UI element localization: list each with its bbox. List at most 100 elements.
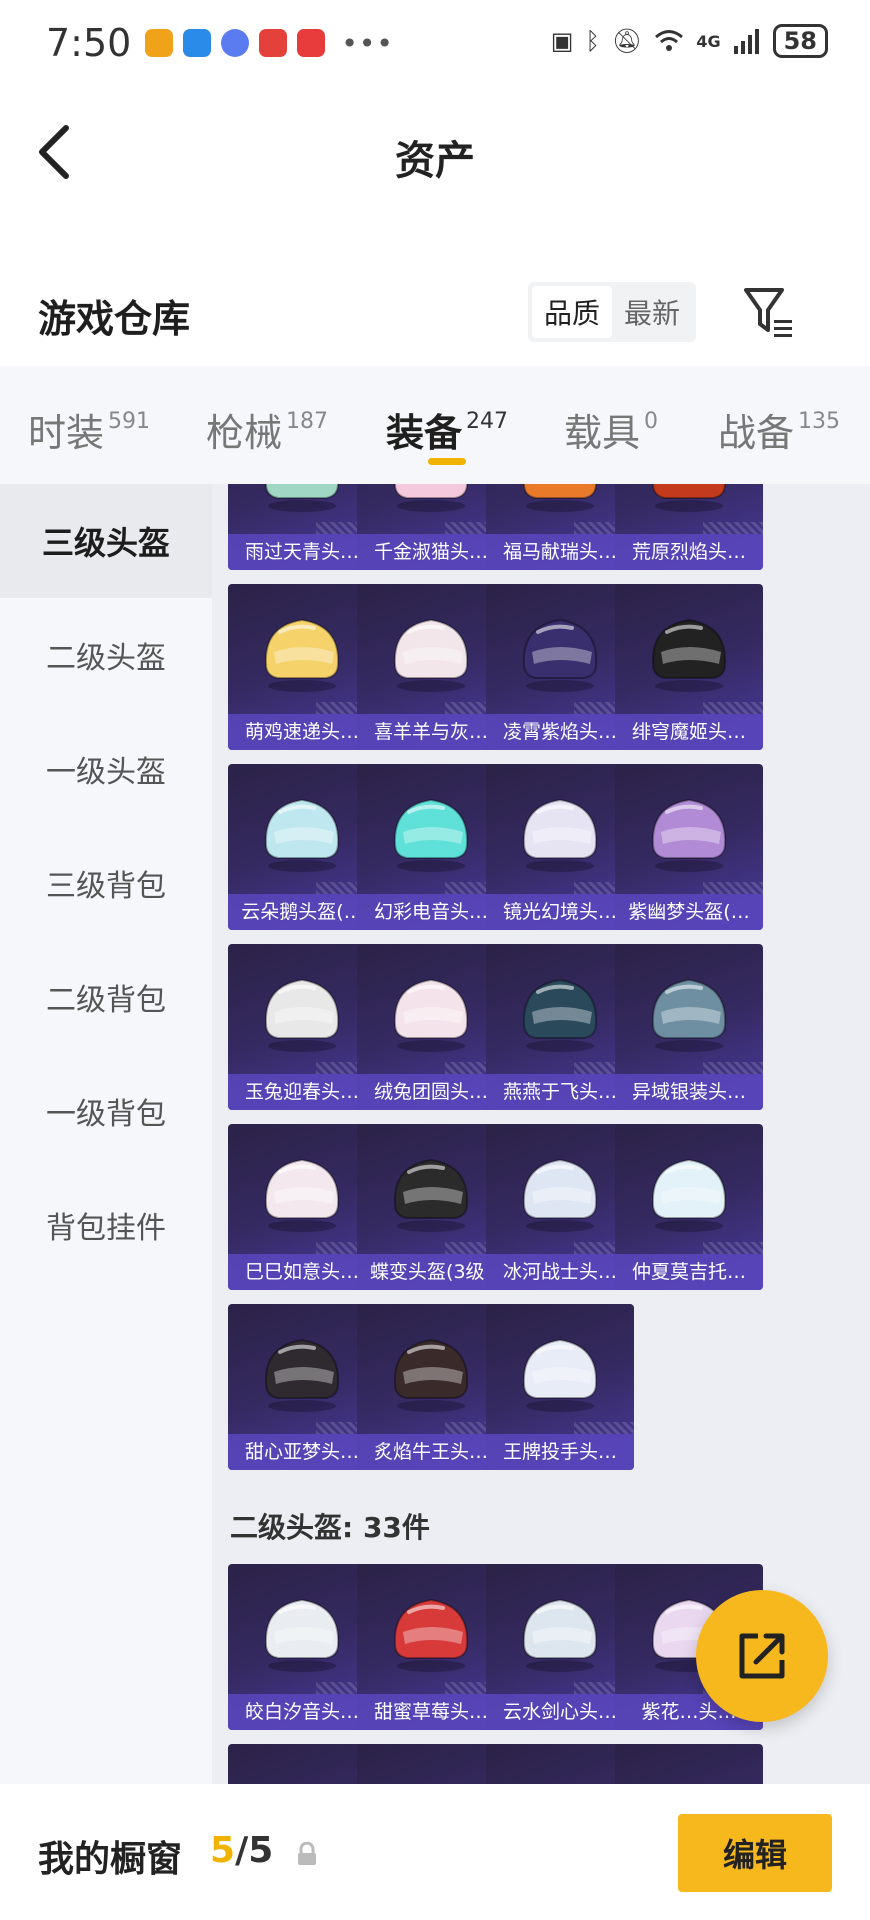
tab-guns[interactable]: 枪械 187 <box>206 402 328 457</box>
helmet-icon <box>264 1598 340 1672</box>
item-name: 绯穹魔姬头… <box>615 714 763 750</box>
item-card[interactable]: 荒原烈焰头… <box>615 484 763 570</box>
sidebar-item-level1-backpack[interactable]: 一级背包 <box>0 1054 212 1168</box>
item-card[interactable]: 冰河战士头… <box>486 1124 634 1290</box>
warehouse-title: 游戏仓库 <box>38 297 191 341</box>
item-card[interactable]: 王牌投手头… <box>486 1304 634 1470</box>
page-title: 资产 <box>395 138 475 184</box>
tab-label: 装备 <box>386 411 463 455</box>
item-name: 紫幽梦头盔(… <box>615 894 763 930</box>
sidebar-item-level1-helmet[interactable]: 一级头盔 <box>0 712 212 826</box>
red-app-notification-icon <box>259 29 288 57</box>
helmet-icon <box>264 1338 340 1412</box>
sort-newest-button[interactable]: 最新 <box>612 286 692 338</box>
showcase-label: 我的橱窗 <box>38 1839 183 1880</box>
sidebar-item-level2-backpack[interactable]: 二级背包 <box>0 940 212 1054</box>
item-card[interactable] <box>615 1744 763 1784</box>
item-card[interactable]: 萌鸡速递头… <box>228 584 376 750</box>
showcase-total: /5 <box>235 1830 274 1871</box>
item-name: 凌霄紫焰头… <box>486 714 634 750</box>
helmet-icon <box>393 484 469 512</box>
item-card[interactable]: 云朵鹅头盔(… <box>228 764 376 930</box>
item-card[interactable] <box>486 1744 634 1784</box>
item-name: 玉兔迎春头… <box>228 1074 376 1110</box>
tab-equipment[interactable]: 装备 247 <box>386 402 508 457</box>
item-card[interactable]: 玉兔迎春头… <box>228 944 376 1110</box>
warehouse-bar: 游戏仓库 品质 最新 <box>0 270 870 350</box>
item-card[interactable]: 雨过天青头… <box>228 484 376 570</box>
wifi-icon <box>655 30 684 51</box>
music-notification-icon <box>221 29 250 57</box>
item-card[interactable] <box>228 1744 376 1784</box>
item-card[interactable]: 甜蜜草莓头… <box>357 1564 505 1730</box>
tab-label: 战备 <box>718 411 795 455</box>
item-card[interactable]: 凌霄紫焰头… <box>486 584 634 750</box>
share-button[interactable] <box>696 1590 828 1722</box>
helmet-icon <box>522 1598 598 1672</box>
sidebar-item-level3-backpack[interactable]: 三级背包 <box>0 826 212 940</box>
helmet-icon <box>651 1158 727 1232</box>
item-card[interactable]: 云水剑心头… <box>486 1564 634 1730</box>
helmet-icon <box>264 618 340 692</box>
sidebar: 三级头盔 二级头盔 一级头盔 三级背包 二级背包 一级背包 背包挂件 <box>0 484 212 1784</box>
battery-indicator: 58 <box>772 24 828 58</box>
item-name: 荒原烈焰头… <box>615 534 763 570</box>
item-name: 仲夏莫吉托… <box>615 1254 763 1290</box>
edit-button[interactable]: 编辑 <box>678 1814 832 1892</box>
sidebar-item-level2-helmet[interactable]: 二级头盔 <box>0 598 212 712</box>
item-name: 福马献瑞头… <box>486 534 634 570</box>
item-name: 绒兔团圆头… <box>357 1074 505 1110</box>
item-name: 云水剑心头… <box>486 1694 634 1730</box>
tab-supplies[interactable]: 战备 135 <box>718 402 840 457</box>
item-card[interactable]: 紫幽梦头盔(… <box>615 764 763 930</box>
item-name: 炙焰牛王头… <box>357 1434 505 1470</box>
helmet-icon <box>393 798 469 872</box>
tab-vehicles[interactable]: 载具 0 <box>564 402 658 457</box>
tab-label: 枪械 <box>206 411 283 455</box>
helmet-icon <box>264 978 340 1052</box>
system-status-icons: ▣ ᛒ 🔕︎ 4G 58 <box>551 24 828 58</box>
item-card[interactable]: 福马献瑞头… <box>486 484 634 570</box>
section-label: 二级头盔: 33件 <box>230 1511 430 1544</box>
tab-label: 载具 <box>564 411 641 455</box>
helmet-icon <box>393 1598 469 1672</box>
helmet-icon <box>393 978 469 1052</box>
item-card[interactable]: 镜光幻境头… <box>486 764 634 930</box>
tab-label: 时装 <box>28 411 105 455</box>
tab-fashion[interactable]: 时装 591 <box>28 402 150 457</box>
item-card[interactable]: 异域银装头… <box>615 944 763 1110</box>
app-notification-icon <box>145 29 174 57</box>
item-card[interactable]: 绒兔团圆头… <box>357 944 505 1110</box>
showcase-bar: 我的橱窗 5/5 编辑 <box>0 1784 870 1920</box>
item-name: 冰河战士头… <box>486 1254 634 1290</box>
item-card[interactable]: 甜心亚梦头… <box>228 1304 376 1470</box>
item-card[interactable]: 蝶变头盔(3级) <box>357 1124 505 1290</box>
filter-icon[interactable] <box>742 284 794 340</box>
helmet-icon <box>264 1158 340 1232</box>
sort-quality-button[interactable]: 品质 <box>532 286 613 338</box>
bluetooth-icon: ᛒ <box>585 27 600 55</box>
item-card[interactable] <box>357 1744 505 1784</box>
card-decoration <box>703 1242 763 1254</box>
helmet-icon <box>522 1158 598 1232</box>
item-card[interactable]: 燕燕于飞头… <box>486 944 634 1110</box>
item-card[interactable]: 皎白汐音头… <box>228 1564 376 1730</box>
item-name: 王牌投手头… <box>486 1434 634 1470</box>
helmet-icon <box>393 618 469 692</box>
sidebar-item-backpack-charm[interactable]: 背包挂件 <box>0 1168 212 1282</box>
item-card[interactable]: 千金淑猫头… <box>357 484 505 570</box>
helmet-icon <box>651 484 727 512</box>
item-card[interactable]: 炙焰牛王头… <box>357 1304 505 1470</box>
tab-count: 0 <box>644 409 659 434</box>
item-card[interactable]: 幻彩电音头… <box>357 764 505 930</box>
item-card[interactable]: 喜羊羊与灰… <box>357 584 505 750</box>
item-card[interactable]: 绯穹魔姬头… <box>615 584 763 750</box>
sidebar-item-level3-helmet[interactable]: 三级头盔 <box>0 484 212 598</box>
helmet-icon <box>264 484 340 512</box>
active-tab-indicator <box>428 458 466 465</box>
item-card[interactable]: 仲夏莫吉托… <box>615 1124 763 1290</box>
item-name: 异域银装头… <box>615 1074 763 1110</box>
helmet-icon <box>522 1338 598 1412</box>
lock-icon <box>298 1842 316 1865</box>
item-card[interactable]: 巳巳如意头… <box>228 1124 376 1290</box>
